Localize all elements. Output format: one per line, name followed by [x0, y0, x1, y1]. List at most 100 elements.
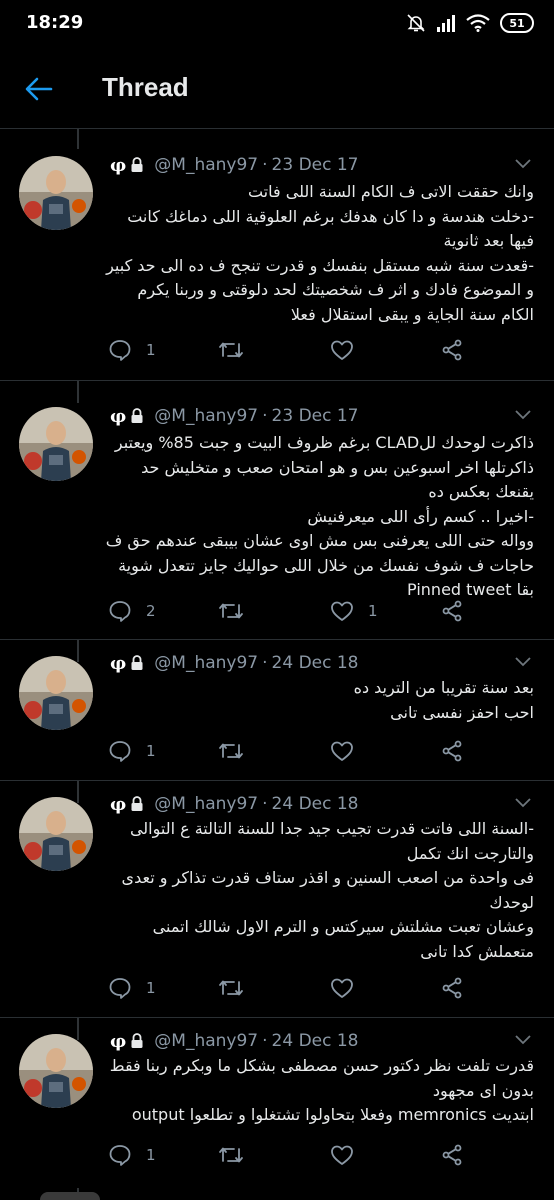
share-icon [442, 740, 462, 762]
share-button[interactable] [440, 599, 464, 623]
reply-icon [109, 978, 131, 999]
avatar[interactable] [19, 797, 93, 871]
retweet-button[interactable] [218, 976, 258, 1000]
thread-connector-line [77, 381, 79, 403]
like-button[interactable] [330, 1143, 368, 1167]
like-button[interactable]: 1 [330, 599, 378, 623]
reply-icon [109, 1145, 131, 1166]
tweet-date[interactable]: 24 Dec 18 [272, 1031, 359, 1051]
user-handle[interactable]: @M_hany97 [154, 155, 258, 175]
heart-icon [331, 601, 353, 621]
reply-count: 2 [146, 602, 156, 620]
back-arrow-icon[interactable] [24, 74, 54, 104]
reply-icon [109, 340, 131, 361]
wifi-icon [466, 14, 490, 32]
lock-icon [131, 157, 143, 172]
tweet[interactable]: φ @M_hany97 · 24 Dec 18 قدرت تلفت نظر دك… [0, 1018, 554, 1188]
share-icon [442, 600, 462, 622]
tweet[interactable]: φ @M_hany97 · 24 Dec 18 بعد سنة تقريبا م… [0, 640, 554, 781]
retweet-button[interactable] [218, 1143, 258, 1167]
status-icons: 51 [406, 12, 534, 34]
page-title: Thread [102, 72, 189, 102]
display-name[interactable]: φ [110, 1031, 126, 1052]
tweet-header: φ @M_hany97 · 23 Dec 17 [110, 405, 359, 427]
chevron-down-icon[interactable] [514, 797, 532, 809]
avatar[interactable] [19, 1034, 93, 1108]
chevron-down-icon[interactable] [514, 1034, 532, 1046]
user-handle[interactable]: @M_hany97 [154, 794, 258, 814]
display-name[interactable]: φ [110, 406, 126, 427]
tweet[interactable]: φ @M_hany97 · 24 Dec 18 -السنة اللى فاتت… [0, 781, 554, 1018]
status-time: 18:29 [26, 12, 84, 33]
reply-icon [109, 601, 131, 622]
separator-dot: · [262, 1031, 268, 1051]
reply-count: 1 [146, 979, 156, 997]
share-button[interactable] [440, 976, 464, 1000]
tweet-actions: 1 [108, 1143, 528, 1167]
tweet-header: φ @M_hany97 · 24 Dec 18 [110, 1030, 359, 1052]
tweet-text: -السنة اللى فاتت قدرت تجيب جيد جدا للسنة… [121, 819, 534, 961]
user-handle[interactable]: @M_hany97 [154, 1031, 258, 1051]
tweet[interactable]: φ @M_hany97 · 23 Dec 17 وانك حققت الاتى … [0, 130, 554, 381]
lock-icon [131, 1033, 143, 1048]
tweet-date[interactable]: 23 Dec 17 [272, 155, 359, 175]
tweet-header: φ @M_hany97 · 24 Dec 18 [110, 652, 359, 674]
retweet-icon [219, 743, 243, 759]
chevron-down-icon[interactable] [514, 409, 532, 421]
avatar[interactable] [19, 156, 93, 230]
avatar[interactable] [19, 407, 93, 481]
thread-header: Thread [0, 46, 554, 129]
retweet-button[interactable] [218, 338, 258, 362]
user-handle[interactable]: @M_hany97 [154, 653, 258, 673]
like-button[interactable] [330, 338, 368, 362]
reply-button[interactable]: 1 [108, 739, 156, 763]
tweet-header: φ @M_hany97 · 23 Dec 17 [110, 154, 359, 176]
display-name[interactable]: φ [110, 653, 126, 674]
share-icon [442, 339, 462, 361]
reply-button[interactable]: 1 [108, 1143, 156, 1167]
tweet-date[interactable]: 24 Dec 18 [272, 794, 359, 814]
signal-icon [437, 15, 455, 32]
heart-icon [331, 741, 353, 761]
heart-icon [331, 978, 353, 998]
tweet-actions: 1 [108, 739, 528, 763]
tweet-actions: 1 [108, 976, 528, 1000]
tweet[interactable]: φ @M_hany97 · 23 Dec 17 ذاكرت لوحدك لل‏C… [0, 381, 554, 640]
next-tweet-edge [0, 1188, 554, 1200]
retweet-button[interactable] [218, 599, 258, 623]
retweet-button[interactable] [218, 739, 258, 763]
separator-dot: · [262, 653, 268, 673]
like-button[interactable] [330, 739, 368, 763]
reply-count: 1 [146, 341, 156, 359]
tweet-date[interactable]: 23 Dec 17 [272, 406, 359, 426]
display-name[interactable]: φ [110, 794, 126, 815]
tweet-text: وانك حققت الاتى ف الكام السنة اللى فاتت … [106, 182, 534, 324]
avatar[interactable] [19, 656, 93, 730]
battery-level: 51 [509, 16, 525, 30]
reply-button[interactable]: 2 [108, 599, 156, 623]
tweet-header: φ @M_hany97 · 24 Dec 18 [110, 793, 359, 815]
reply-button[interactable]: 1 [108, 338, 156, 362]
status-bar: 18:29 51 [0, 0, 554, 46]
alarm-off-icon [407, 14, 425, 32]
lock-icon [131, 796, 143, 811]
share-icon [442, 1144, 462, 1166]
share-icon [442, 977, 462, 999]
display-name[interactable]: φ [110, 155, 126, 176]
share-button[interactable] [440, 1143, 464, 1167]
share-button[interactable] [440, 739, 464, 763]
like-button[interactable] [330, 976, 368, 1000]
like-count: 1 [368, 602, 378, 620]
lock-icon [131, 408, 143, 423]
chevron-down-icon[interactable] [514, 158, 532, 170]
reply-count: 1 [146, 742, 156, 760]
retweet-icon [219, 1147, 243, 1163]
separator-dot: · [262, 155, 268, 175]
tweet-date[interactable]: 24 Dec 18 [272, 653, 359, 673]
chevron-down-icon[interactable] [514, 656, 532, 668]
share-button[interactable] [440, 338, 464, 362]
thread-connector-line [77, 640, 79, 662]
reply-button[interactable]: 1 [108, 976, 156, 1000]
user-handle[interactable]: @M_hany97 [154, 406, 258, 426]
tweet-text: بعد سنة تقريبا من التريد ده احب احفز نفس… [353, 678, 534, 722]
